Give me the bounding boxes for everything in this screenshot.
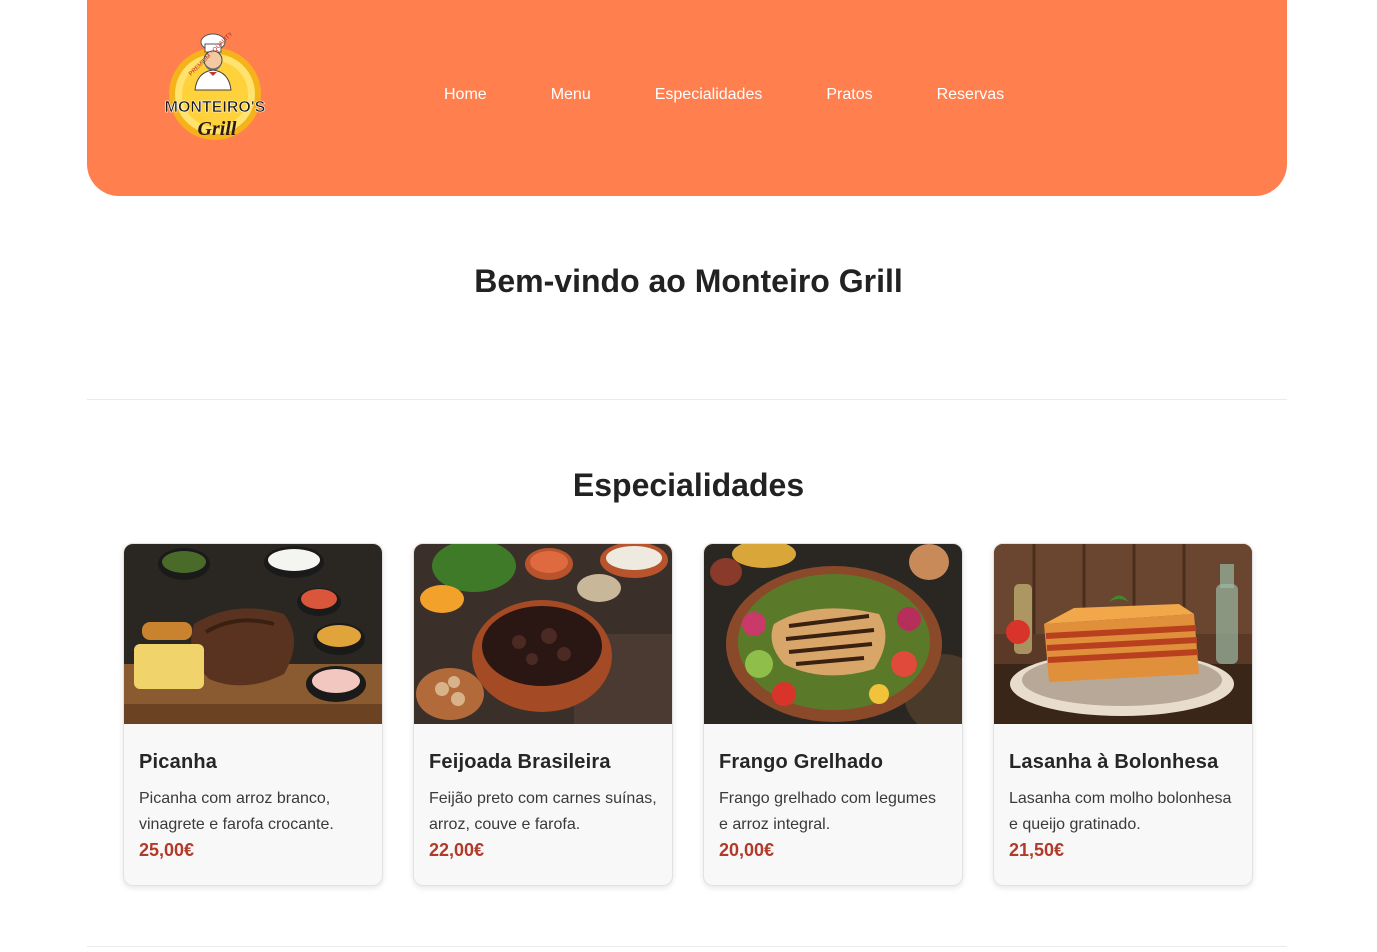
dish-name: Lasanha à Bolonhesa <box>1009 751 1219 773</box>
dish-name: Feijoada Brasileira <box>429 751 611 773</box>
nav-menu[interactable]: Menu <box>551 86 591 104</box>
dish-card-lasanha[interactable]: Lasanha à Bolonhesa Lasanha com molho bo… <box>993 543 1253 886</box>
lasanha-image <box>994 544 1252 724</box>
dish-name: Picanha <box>139 751 218 773</box>
dish-description: Feijão preto com carnes suínas, arroz, c… <box>429 790 657 833</box>
nav-home[interactable]: Home <box>444 86 487 104</box>
specials-title: Especialidades <box>572 467 805 503</box>
nav-pratos[interactable]: Pratos <box>826 86 872 104</box>
dish-description: Lasanha com molho bolonhesa e queijo gra… <box>1009 790 1232 833</box>
section-divider-bottom <box>87 946 1287 947</box>
dish-card-feijoada[interactable]: Feijoada Brasileira Feijão preto com car… <box>413 543 673 886</box>
dish-description: Picanha com arroz branco, vinagrete e fa… <box>139 790 334 833</box>
frango-image <box>704 544 962 724</box>
welcome-title: Bem-vindo ao Monteiro Grill <box>474 263 903 299</box>
dish-price: 20,00€ <box>719 840 775 860</box>
dish-price: 22,00€ <box>429 840 485 860</box>
dish-card-picanha[interactable]: Picanha Picanha com arroz branco, vinagr… <box>123 543 383 886</box>
main-nav: Home Menu Especialidades Pratos Reservas <box>444 86 1004 104</box>
dish-description: Frango grelhado com legumes e arroz inte… <box>719 790 937 833</box>
dish-name: Frango Grelhado <box>719 751 884 773</box>
svg-text:MONTEIRO'S: MONTEIRO'S <box>165 99 266 116</box>
section-divider <box>87 399 1287 400</box>
nav-reservas[interactable]: Reservas <box>937 86 1005 104</box>
picanha-image <box>124 544 382 724</box>
site-header: PREMIUM · QUALITY MONTEIRO'S Grill Home … <box>87 0 1287 196</box>
dish-price: 25,00€ <box>139 840 195 860</box>
dish-price: 21,50€ <box>1009 840 1065 860</box>
feijoada-image <box>414 544 672 724</box>
svg-text:Grill: Grill <box>198 118 237 140</box>
dish-card-frango[interactable]: Frango Grelhado Frango grelhado com legu… <box>703 543 963 886</box>
monteiros-grill-logo[interactable]: PREMIUM · QUALITY MONTEIRO'S Grill <box>165 32 269 152</box>
nav-especialidades[interactable]: Especialidades <box>655 86 763 104</box>
